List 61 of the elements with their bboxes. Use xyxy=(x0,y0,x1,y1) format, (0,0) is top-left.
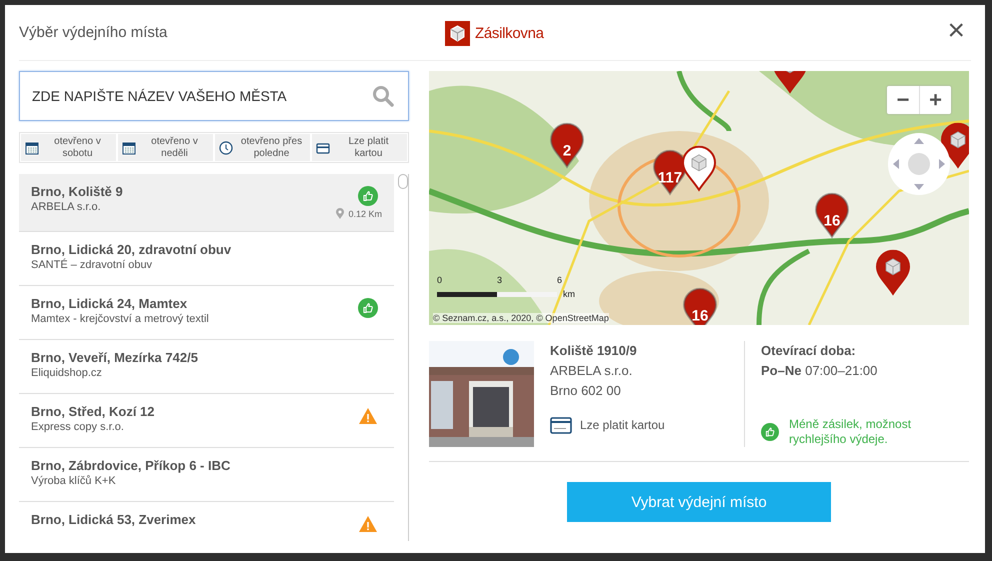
payment-label: Lze platit kartou xyxy=(580,417,665,434)
filter-button[interactable]: otevřeno v neděli xyxy=(118,134,213,161)
brand-name: Zásilkovna xyxy=(475,25,544,42)
city-postcode: Brno 602 00 xyxy=(550,382,622,400)
warning-icon xyxy=(358,406,378,426)
zoom-in-button[interactable]: + xyxy=(919,86,951,114)
parcel-marker[interactable] xyxy=(875,250,911,296)
scale-label: 3 xyxy=(497,275,502,285)
pickup-point-name: Brno, Koliště 9 xyxy=(31,184,123,199)
pickup-point-name: Brno, Lidická 53, Zverimex xyxy=(31,512,196,527)
pickup-point-company: SANTÉ – zdravotní obuv xyxy=(31,259,152,271)
scrollbar-thumb[interactable] xyxy=(398,174,408,189)
calendar-icon xyxy=(122,140,136,154)
marker-count: 16 xyxy=(824,212,840,230)
pan-control-icon[interactable] xyxy=(887,132,951,196)
card-icon xyxy=(550,416,572,434)
pickup-point-item[interactable]: Brno, Koliště 9 ARBELA s.r.o. 0.12 Km xyxy=(19,174,394,232)
map-marker[interactable] xyxy=(549,122,585,169)
pickup-point-name: Brno, Veveří, Mezírka 742/5 xyxy=(31,350,198,365)
pickup-point-company: ARBELA s.r.o. xyxy=(31,201,101,213)
scale-label: 0 xyxy=(437,275,442,285)
marker-count: 16 xyxy=(692,308,708,324)
zoom-out-button[interactable]: − xyxy=(887,86,919,114)
filter-button[interactable]: otevřeno v sobotu xyxy=(21,134,116,161)
opening-hours: Po–Ne 07:00–21:00 xyxy=(761,362,878,380)
parcel-marker[interactable] xyxy=(681,146,717,192)
marker-count: 2 xyxy=(562,142,572,160)
hours-title: Otevírací doba: xyxy=(761,342,857,360)
filter-button[interactable]: Lze platit kartou xyxy=(312,134,407,161)
scale-label: 6 xyxy=(557,275,562,285)
calendar-icon xyxy=(25,140,39,154)
fast-pickup-note: Méně zásilek, možnost rychlejšího výdeje. xyxy=(789,417,912,447)
thumbs-up-icon xyxy=(761,423,779,441)
location-pin-icon xyxy=(336,208,344,219)
pickup-point-company: Eliquidshop.cz xyxy=(31,367,102,379)
pickup-point-name: Brno, Zábrdovice, Příkop 6 - IBC xyxy=(31,458,230,473)
distance-label: 0.12 Km xyxy=(348,208,382,218)
scale-unit: km xyxy=(563,289,575,299)
pickup-point-name: Brno, Lidická 20, zdravotní obuv xyxy=(31,242,232,257)
thumbs-up-icon xyxy=(358,298,378,318)
thumbs-up-icon xyxy=(358,186,378,206)
dialog-title: Výběr výdejního místa xyxy=(19,24,168,41)
marker-count: 117 xyxy=(658,170,682,186)
clock-icon xyxy=(219,140,233,154)
street-address: Koliště 1910/9 xyxy=(550,342,638,360)
map-marker[interactable] xyxy=(682,288,718,325)
map-marker[interactable] xyxy=(814,192,850,239)
company-name: ARBELA s.r.o. xyxy=(550,362,634,380)
filter-button[interactable]: otevřeno přes poledne xyxy=(215,134,310,161)
pickup-point-name: Brno, Lidická 24, Mamtex xyxy=(31,296,188,311)
warning-icon xyxy=(358,514,378,534)
pickup-point-company: Express copy s.r.o. xyxy=(31,421,124,433)
pickup-point-name: Brno, Střed, Kozí 12 xyxy=(31,404,155,419)
scale-bar xyxy=(437,292,497,297)
pickup-point-company: Výroba klíčů K+K xyxy=(31,475,116,487)
close-button[interactable]: × xyxy=(943,17,969,45)
search-field[interactable]: ZDE NAPIŠTE NÁZEV VAŠEHO MĚSTA xyxy=(19,71,409,121)
map-attribution: © Seznam.cz, a.s., 2020, © OpenStreetMap xyxy=(433,313,609,323)
parcel-box-icon xyxy=(445,21,470,46)
card-icon xyxy=(316,140,330,154)
pickup-point-company: Mamtex - krejčovství a metrový textil xyxy=(31,313,209,325)
